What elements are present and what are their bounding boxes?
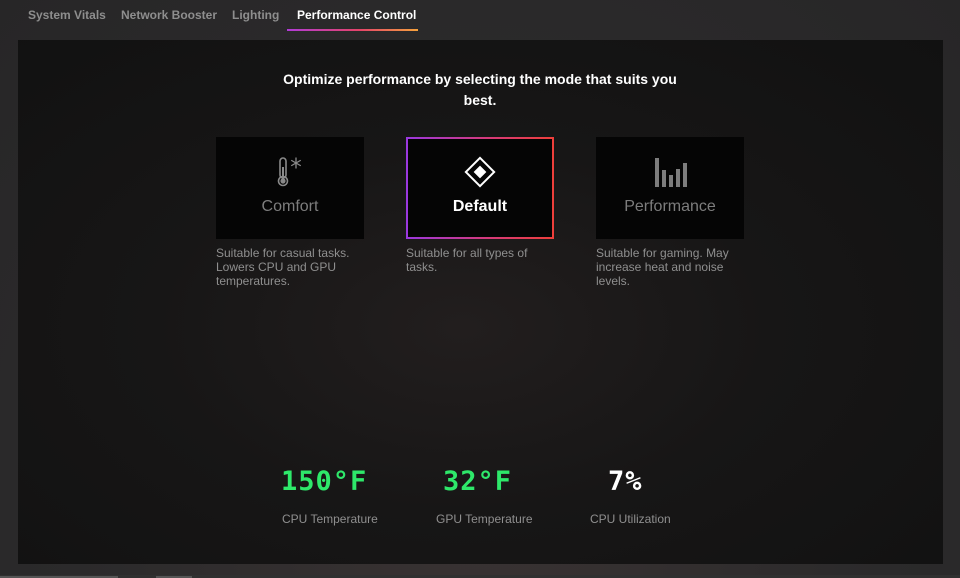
tab-network-booster[interactable]: Network Booster [121,8,217,22]
mode-card-default[interactable]: Default [406,137,554,239]
thermometer-snowflake-icon [277,157,301,187]
mode-label-comfort: Comfort [261,198,319,215]
cpu-temperature-label: CPU Temperature [282,512,378,526]
mode-label-performance: Performance [624,198,716,215]
gpu-temperature-label: GPU Temperature [436,512,533,526]
gpu-temperature-value: 32°F [443,466,513,497]
app-window: System Vitals Network Booster Lighting P… [0,0,960,578]
mode-card-comfort[interactable]: Comfort [216,137,364,239]
performance-panel: Optimize performance by selecting the mo… [18,40,943,564]
diamond-icon [464,156,496,188]
cpu-utilization-value: 7% [608,466,643,497]
bar-chart-icon [655,158,687,187]
tab-performance-control[interactable]: Performance Control [297,8,416,22]
tab-system-vitals[interactable]: System Vitals [28,8,106,22]
active-tab-indicator [287,29,418,31]
tab-lighting[interactable]: Lighting [232,8,279,22]
cpu-temperature-value: 150°F [281,466,368,497]
cpu-utilization-label: CPU Utilization [590,512,671,526]
panel-heading: Optimize performance by selecting the mo… [283,71,677,108]
tab-bar: System Vitals Network Booster Lighting P… [0,0,960,36]
mode-label-default: Default [452,198,508,215]
mode-description-comfort: Suitable for casual tasks. Lowers CPU an… [216,246,350,288]
mode-card-performance[interactable]: Performance [596,137,744,239]
mode-description-performance: Suitable for gaming. May increase heat a… [596,246,729,288]
mode-description-default: Suitable for all types of tasks. [406,246,528,274]
